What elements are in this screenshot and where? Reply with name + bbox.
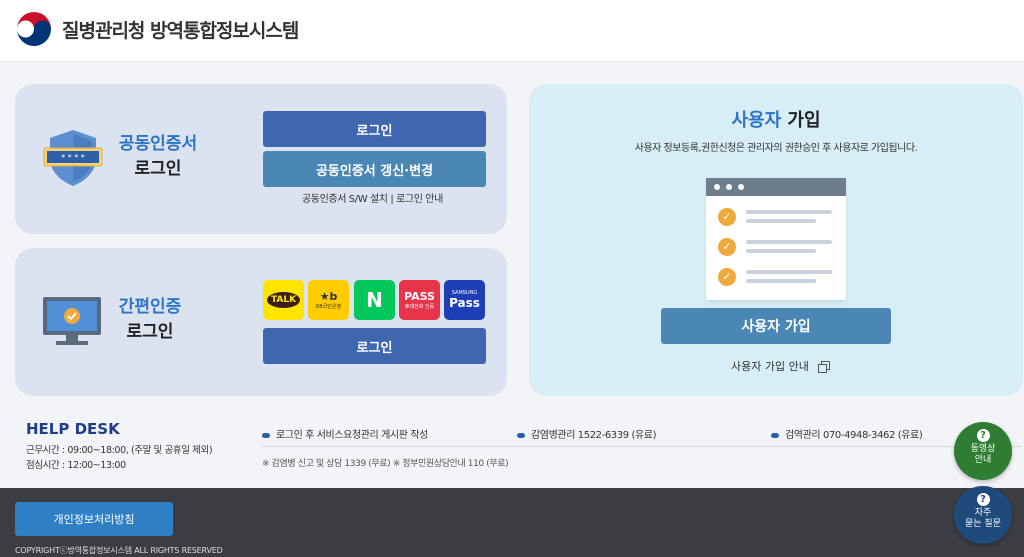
faq-line2: 묻는 질문 <box>965 519 1001 529</box>
checklist-line <box>746 219 816 223</box>
check-icon: ✓ <box>718 238 736 256</box>
checklist-line <box>746 249 816 253</box>
samsung-pass-auth-icon[interactable]: SAMSUNG Pass <box>444 280 485 320</box>
kb-label: ★b <box>319 290 338 303</box>
help-item-infectious-text: 감염병관리 1522-6339 (유료) <box>531 430 657 441</box>
link-separator: | <box>387 194 397 205</box>
kakao-label: TALK <box>266 292 301 308</box>
question-icon: ? <box>976 429 990 442</box>
samsung-pass-label: Pass <box>449 296 480 310</box>
cert-login-button[interactable]: 로그인 <box>263 111 486 147</box>
video-guide-line2: 안내 <box>974 455 992 465</box>
checklist-line <box>746 240 832 244</box>
cert-sw-install-link[interactable]: 공동인증서 S/W 설치 <box>302 194 388 205</box>
checklist-line <box>746 270 832 274</box>
help-item-board-text: 로그인 후 서비스요청관리 게시판 작성 <box>276 430 428 441</box>
simple-login-button[interactable]: 로그인 <box>263 328 486 364</box>
bullet-icon <box>771 432 779 438</box>
kb-auth-icon[interactable]: ★b KB국민은행 <box>308 280 349 320</box>
help-divider <box>262 446 1022 447</box>
faq-line1: 자주 <box>974 508 992 518</box>
cert-login-title: 공동인증서 로그인 <box>108 132 208 182</box>
cert-links: 공동인증서 S/W 설치 | 로그인 안내 <box>302 190 443 205</box>
pass-sub: 휴대전화 인증 <box>404 304 435 310</box>
cert-renew-button[interactable]: 공동인증서 갱신·변경 <box>263 151 486 187</box>
kb-sub: KB국민은행 <box>315 304 342 310</box>
help-notes: ※ 감염병 신고 및 상담 1339 (무료) ※ 정부민원상담안내 110 (… <box>262 459 509 469</box>
browser-dot <box>726 184 732 190</box>
site-title: 질병관리청 방역통합정보시스템 <box>62 20 299 42</box>
checklist-line <box>746 279 816 283</box>
video-guide-button[interactable]: ? 동영상 안내 <box>954 422 1012 480</box>
signup-guide-link[interactable]: 사용자 가입 안내 <box>731 358 831 374</box>
copyright: COPYRIGHTⓒ방역통합정보시스템 ALL RIGHTS RESERVED <box>15 546 223 555</box>
cert-title-line1: 공동인증서 <box>118 134 198 154</box>
signup-title-suffix: 가입 <box>781 110 821 131</box>
signup-checklist-illustration: ✓ ✓ ✓ <box>706 178 846 300</box>
bullet-icon <box>517 432 525 438</box>
help-item-board: 로그인 후 서비스요청관리 게시판 작성 <box>262 426 428 441</box>
privacy-policy-button[interactable]: 개인정보처리방침 <box>15 502 173 536</box>
shield-password-icon: * * * * <box>43 130 103 186</box>
svg-text:* * * *: * * * * <box>61 153 85 162</box>
lunch-hours: 점심시간 : 12:00~13:00 <box>26 460 126 471</box>
help-item-quarantine-text: 검역관리 070-4948-3462 (유료) <box>785 430 923 441</box>
signup-title-prefix: 사용자 <box>731 110 782 131</box>
pass-label: PASS <box>404 290 435 303</box>
korea-taegeuk-logo[interactable] <box>16 11 52 47</box>
help-item-quarantine: 검역관리 070-4948-3462 (유료) <box>771 426 923 441</box>
work-hours: 근무시간 : 09:00~18:00, (주말 및 공휴일 제외) <box>26 445 213 456</box>
check-icon: ✓ <box>718 208 736 226</box>
signup-guide-label: 사용자 가입 안내 <box>731 360 809 373</box>
naver-auth-icon[interactable]: N <box>354 280 395 320</box>
faq-button[interactable]: ? 자주 묻는 질문 <box>954 486 1012 544</box>
browser-dot <box>738 184 744 190</box>
checklist-line <box>746 210 832 214</box>
signup-description: 사용자 정보등록,권한신청은 관리자의 권한승인 후 사용자로 가입됩니다. <box>634 143 918 154</box>
kakao-auth-icon[interactable]: TALK <box>263 280 304 320</box>
cert-title-line2: 로그인 <box>134 159 182 179</box>
help-item-infectious: 감염병관리 1522-6339 (유료) <box>517 426 656 441</box>
signup-button[interactable]: 사용자 가입 <box>661 308 891 344</box>
cert-login-guide-link[interactable]: 로그인 안내 <box>396 194 443 205</box>
help-desk-title: HELP DESK <box>26 420 120 438</box>
question-icon: ? <box>976 493 990 506</box>
check-icon: ✓ <box>718 268 736 286</box>
header: 질병관리청 방역통합정보시스템 <box>0 0 1024 62</box>
new-window-icon <box>818 361 831 373</box>
browser-dot <box>714 184 720 190</box>
bullet-icon <box>262 432 270 438</box>
pass-auth-icon[interactable]: PASS 휴대전화 인증 <box>399 280 440 320</box>
help-desk-hours: 근무시간 : 09:00~18:00, (주말 및 공휴일 제외) 점심시간 :… <box>26 443 213 473</box>
simple-title-line1: 간편인증 <box>118 297 182 317</box>
monitor-check-icon <box>43 297 101 345</box>
naver-label: N <box>366 288 383 312</box>
simple-login-title: 간편인증 로그인 <box>100 295 200 345</box>
simple-title-line2: 로그인 <box>126 322 174 342</box>
signup-title: 사용자 가입 <box>529 106 1023 132</box>
video-guide-line1: 동영상 <box>970 444 996 454</box>
browser-bar <box>706 178 846 196</box>
